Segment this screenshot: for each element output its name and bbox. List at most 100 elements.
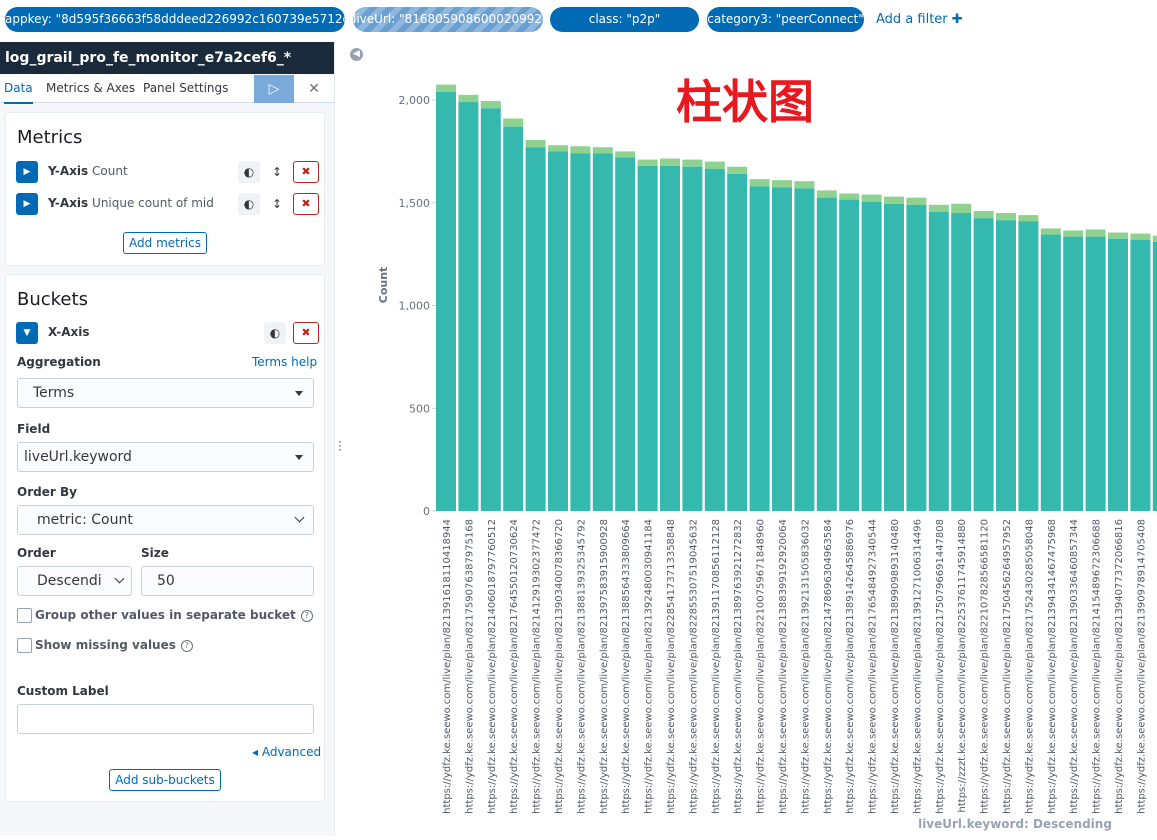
x-tick-label: https://ydfz.ke.seewo.com/live/plan/8213… [1069, 519, 1080, 814]
drag-handle[interactable]: ↕ [266, 193, 288, 215]
x-tick-label: https://ydfz.ke.seewo.com/live/plan/8217… [509, 519, 520, 814]
remove-metric-button[interactable]: ✖ [293, 193, 319, 215]
buckets-heading: Buckets [17, 289, 88, 310]
remove-metric-button[interactable]: ✖ [293, 161, 319, 183]
size-input[interactable]: 50 [141, 566, 314, 596]
bar-unique-count [1085, 229, 1106, 237]
bar-unique-count [436, 84, 456, 92]
toggle-metric-button[interactable]: ◐ [238, 161, 260, 183]
x-tick-label: https://ydfz.ke.seewo.com/live/plan/8213… [442, 519, 453, 814]
bar-unique-count [592, 147, 613, 154]
bar-unique-count [884, 196, 904, 204]
x-tick-label: https://ydfz.ke.seewo.com/live/plan/8213… [711, 519, 722, 814]
metric-desc: Count [92, 164, 128, 178]
group-other-checkbox[interactable]: Group other values in separate bucket? [17, 607, 317, 625]
bar-count [548, 151, 568, 511]
bar-count [682, 166, 703, 511]
filter-pill-liveurl[interactable]: liveUrl: "816805908600020992" [353, 7, 543, 32]
chevron-down-icon [114, 573, 125, 584]
bar-count [794, 188, 815, 512]
bar-count [1108, 238, 1128, 511]
add-metrics-button[interactable]: Add metrics [123, 232, 207, 254]
bar-unique-count [480, 101, 501, 109]
drag-handle[interactable]: ↕ [266, 161, 288, 183]
order-by-select[interactable]: metric: Count [17, 505, 314, 535]
question-icon[interactable]: ? [180, 640, 193, 652]
field-value: liveUrl.keyword [24, 449, 132, 465]
toggle-icon: ◐ [243, 197, 255, 211]
sort-icon: ↕ [271, 165, 283, 179]
x-tick-label: https://ydfz.ke.seewo.com/live/plan/8214… [532, 519, 543, 814]
filter-pill-category3[interactable]: category3: "peerConnect" [707, 7, 864, 32]
bar-count [615, 157, 636, 511]
apply-changes-button[interactable]: ▷ [254, 75, 294, 103]
bar-count [1018, 221, 1039, 511]
remove-bucket-button[interactable]: ✖ [293, 322, 319, 344]
toggle-metric-button[interactable]: ◐ [238, 193, 260, 215]
bar-count [749, 186, 770, 511]
resize-handle-icon[interactable]: · · · [338, 436, 342, 456]
toggle-icon: ◐ [269, 326, 281, 340]
tab-panel-settings[interactable]: Panel Settings [143, 75, 228, 102]
metric-axis: Y-Axis [48, 164, 89, 178]
checkbox-box[interactable] [17, 608, 32, 623]
editor-sidebar: log_grail_pro_fe_monitor_e7a2cef6_* Data… [0, 42, 334, 836]
x-tick-label: https://ydfz.ke.seewo.com/live/plan/8217… [464, 519, 475, 814]
bar-unique-count [458, 94, 479, 103]
bar-count [660, 165, 680, 511]
terms-help-link[interactable]: Terms help [252, 355, 317, 369]
group-other-text: Group other values in separate bucket [35, 608, 296, 622]
x-tick-label: https://ydfz.ke.seewo.com/live/plan/8213… [912, 519, 923, 814]
add-filter-link[interactable]: Add a filter ✚ [876, 12, 963, 27]
x-tick-label: https://ydfz.ke.seewo.com/live/plan/8213… [576, 519, 587, 814]
bar-unique-count [1108, 232, 1128, 239]
bar-unique-count [503, 118, 524, 127]
expand-metric-button[interactable]: ▶ [16, 161, 38, 183]
bar-unique-count [906, 197, 927, 205]
bar-count [480, 108, 501, 511]
bar-unique-count [727, 166, 748, 174]
metric-row-count: ▶ Y-Axis Count ◐ ↕ ✖ [16, 161, 319, 185]
tab-metrics-axes[interactable]: Metrics & Axes [46, 75, 135, 102]
collapse-sidebar-icon[interactable]: ◀ [350, 48, 363, 61]
order-select[interactable]: Descendi [17, 566, 132, 596]
bar-count [1152, 241, 1157, 512]
custom-label-input[interactable] [17, 704, 314, 734]
tab-data[interactable]: Data [4, 75, 33, 104]
bar-unique-count [839, 193, 860, 200]
bar-count [727, 173, 748, 512]
bar-unique-count [1130, 233, 1151, 240]
checkbox-box[interactable] [17, 638, 32, 653]
filter-pill-appkey[interactable]: appkey: "8d595f36663f58dddeed226992c1607… [5, 7, 345, 32]
y-tick-label: 1,500 [399, 197, 431, 210]
add-sub-buckets-button[interactable]: Add sub-buckets [109, 769, 221, 791]
filter-pill-class[interactable]: class: "p2p" [550, 7, 699, 32]
x-tick-label: https://ydfz.ke.seewo.com/live/plan/8213… [778, 519, 789, 814]
aggregation-select[interactable]: Terms [17, 378, 314, 408]
x-tick-label: https://ydfz.ke.seewo.com/live/plan/8228… [688, 519, 699, 814]
bar-count [570, 153, 591, 511]
collapse-bucket-button[interactable]: ▼ [16, 322, 38, 344]
question-icon[interactable]: ? [300, 610, 313, 622]
custom-label-label: Custom Label [17, 684, 109, 698]
advanced-toggle-link[interactable]: ◂ Advanced [252, 745, 321, 759]
field-select[interactable]: liveUrl.keyword [17, 442, 314, 472]
bar-count [996, 220, 1016, 511]
show-missing-label: Show missing values? [35, 638, 193, 652]
x-tick-label: https://ydfz.ke.seewo.com/live/plan/8213… [1047, 519, 1058, 814]
toggle-bucket-button[interactable]: ◐ [264, 322, 286, 344]
cross-icon: ✖ [301, 326, 311, 339]
discard-button[interactable]: ✕ [300, 75, 328, 103]
x-tick-label: https://ydfz.ke.seewo.com/live/plan/8213… [890, 519, 901, 814]
bar-unique-count [570, 146, 591, 154]
x-tick-label: https://ydfz.ke.seewo.com/live/plan/8213… [599, 519, 610, 814]
bucket-axis: X-Axis [48, 325, 90, 339]
bar-count [839, 199, 860, 512]
aggregation-value: Terms [33, 385, 75, 401]
bar-count [525, 147, 546, 511]
show-missing-checkbox[interactable]: Show missing values? [17, 637, 317, 655]
field-label: Field [17, 422, 51, 436]
expand-metric-button[interactable]: ▶ [16, 193, 38, 215]
x-tick-label: https://ydfz.ke.seewo.com/live/plan/8221… [980, 519, 991, 814]
bar-count [884, 203, 904, 511]
